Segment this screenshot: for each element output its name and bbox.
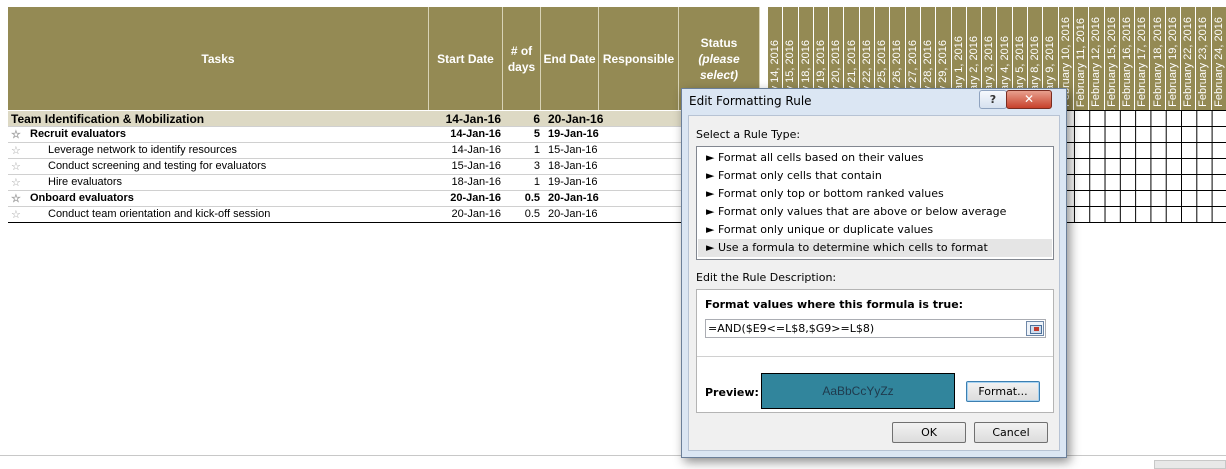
date-column-header[interactable]: February 24, 2016 — [1212, 7, 1226, 110]
star-icon[interactable]: ☆ — [11, 144, 21, 157]
date-label: February 23, 2016 — [1197, 17, 1210, 107]
divider — [697, 356, 1053, 357]
date-label: February 22, 2016 — [1182, 17, 1195, 107]
date-column-header[interactable]: February 19, 2016 — [1166, 7, 1182, 110]
header-responsible[interactable]: Responsible — [599, 7, 679, 110]
task-name: Leverage network to identify resources — [48, 144, 237, 156]
header-start-date[interactable]: Start Date — [429, 7, 503, 110]
days: 0.5 — [524, 208, 540, 220]
rule-type-label: Select a Rule Type: — [696, 128, 801, 141]
table-row[interactable]: ☆ Recruit evaluators 14-Jan-16 5 19-Jan-… — [8, 127, 758, 143]
end-date: 19-Jan-16 — [548, 176, 598, 188]
help-button[interactable]: ? — [979, 90, 1007, 109]
table-row[interactable]: ☆ Conduct screening and testing for eval… — [8, 159, 758, 175]
task-name: Recruit evaluators — [30, 128, 126, 140]
date-label: February 12, 2016 — [1090, 17, 1103, 107]
days: 6 — [533, 112, 540, 126]
task-name: Conduct screening and testing for evalua… — [48, 160, 267, 172]
star-icon[interactable]: ☆ — [11, 176, 21, 189]
collapse-dialog-icon[interactable] — [1026, 321, 1044, 336]
rule-description-label: Edit the Rule Description: — [696, 271, 837, 284]
header-end-date[interactable]: End Date — [541, 7, 599, 110]
formula-value: =AND($E9<=L$8,$G9>=L$8) — [708, 322, 875, 335]
dialog-title: Edit Formatting Rule — [689, 94, 812, 108]
preview-label: Preview: — [705, 386, 759, 399]
dialog-body: Select a Rule Type: ► Format all cells b… — [688, 115, 1060, 451]
rule-type-list[interactable]: ► Format all cells based on their values… — [696, 146, 1054, 260]
task-name: Team Identification & Mobilization — [11, 112, 205, 126]
days: 5 — [533, 128, 540, 140]
start-date: 15-Jan-16 — [451, 160, 501, 172]
date-label: February 24, 2016 — [1212, 17, 1225, 107]
formula-heading: Format values where this formula is true… — [705, 298, 964, 311]
task-name: Onboard evaluators — [30, 192, 134, 204]
star-icon[interactable]: ☆ — [11, 128, 21, 141]
rule-description-box: Format values where this formula is true… — [696, 289, 1054, 413]
table-row[interactable]: ☆ Leverage network to identify resources… — [8, 143, 758, 159]
header-tasks[interactable]: Tasks — [8, 7, 429, 110]
start-date: 18-Jan-16 — [451, 176, 501, 188]
preview-swatch: AaBbCcYyZz — [761, 373, 955, 409]
ok-button[interactable]: OK — [892, 422, 966, 443]
date-column-header[interactable]: February 18, 2016 — [1151, 7, 1166, 110]
date-label: February 15, 2016 — [1105, 17, 1118, 107]
date-label: February 16, 2016 — [1120, 17, 1133, 107]
start-date: 20-Jan-16 — [451, 208, 501, 220]
edit-formatting-rule-dialog: Edit Formatting Rule ? ✕ Select a Rule T… — [681, 88, 1067, 458]
table-row[interactable]: ☆ Conduct team orientation and kick-off … — [8, 207, 758, 223]
cancel-button[interactable]: Cancel — [974, 422, 1048, 443]
rule-type-option-selected[interactable]: ► Use a formula to determine which cells… — [698, 239, 1052, 257]
rule-type-option[interactable]: ► Format all cells based on their values — [698, 149, 1052, 167]
header-days[interactable]: # of days — [503, 7, 541, 110]
date-label: February 11, 2016 — [1075, 17, 1087, 107]
start-date: 14-Jan-16 — [445, 112, 501, 126]
end-date: 18-Jan-16 — [548, 160, 598, 172]
star-icon[interactable]: ☆ — [11, 208, 21, 221]
scrollbar-thumb[interactable] — [1154, 460, 1226, 469]
date-column-header[interactable]: February 15, 2016 — [1105, 7, 1120, 110]
close-button[interactable]: ✕ — [1006, 90, 1052, 109]
rule-type-option[interactable]: ► Format only cells that contain — [698, 167, 1052, 185]
format-button[interactable]: Format... — [966, 381, 1040, 402]
date-column-header[interactable]: February 22, 2016 — [1181, 7, 1197, 110]
date-column-header[interactable]: February 11, 2016 — [1074, 7, 1090, 110]
start-date: 20-Jan-16 — [450, 192, 501, 204]
days: 3 — [533, 160, 540, 172]
task-name: Conduct team orientation and kick-off se… — [48, 208, 271, 220]
end-date: 20-Jan-16 — [548, 112, 604, 126]
end-date: 15-Jan-16 — [548, 144, 598, 156]
table-row[interactable]: Team Identification & Mobilization 14-Ja… — [8, 111, 758, 127]
formula-input[interactable]: =AND($E9<=L$8,$G9>=L$8) — [705, 319, 1046, 338]
date-column-header[interactable]: February 23, 2016 — [1196, 7, 1212, 110]
days: 0.5 — [524, 192, 540, 204]
days: 1 — [533, 176, 540, 188]
table-row[interactable]: ☆ Onboard evaluators 20-Jan-16 0.5 20-Ja… — [8, 191, 758, 207]
task-name: Hire evaluators — [48, 176, 122, 188]
start-date: 14-Jan-16 — [450, 128, 501, 140]
date-label: February 17, 2016 — [1136, 17, 1149, 107]
table-row[interactable]: ☆ Hire evaluators 18-Jan-16 1 19-Jan-16 — [8, 175, 758, 191]
days: 1 — [533, 144, 540, 156]
star-icon[interactable]: ☆ — [11, 160, 21, 173]
end-date: 19-Jan-16 — [548, 128, 599, 140]
rule-type-option[interactable]: ► Format only top or bottom ranked value… — [698, 185, 1052, 203]
end-date: 20-Jan-16 — [548, 192, 599, 204]
date-column-header[interactable]: February 16, 2016 — [1120, 7, 1136, 110]
date-column-header[interactable]: February 17, 2016 — [1135, 7, 1151, 110]
rule-type-option[interactable]: ► Format only values that are above or b… — [698, 203, 1052, 221]
date-column-header[interactable]: February 12, 2016 — [1089, 7, 1105, 110]
date-label: February 18, 2016 — [1151, 17, 1164, 107]
start-date: 14-Jan-16 — [451, 144, 501, 156]
end-date: 20-Jan-16 — [548, 208, 598, 220]
date-label: February 19, 2016 — [1166, 17, 1179, 107]
rule-type-option[interactable]: ► Format only unique or duplicate values — [698, 221, 1052, 239]
star-icon[interactable]: ☆ — [11, 192, 21, 205]
